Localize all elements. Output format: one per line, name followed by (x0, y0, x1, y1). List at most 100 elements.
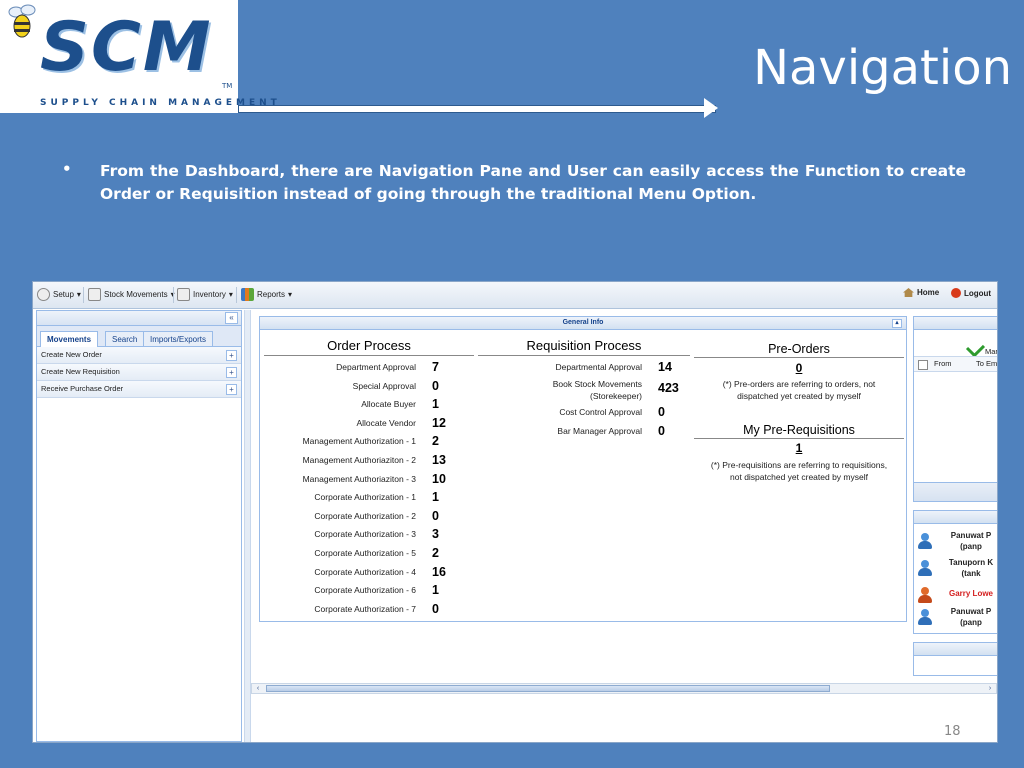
reports-menu[interactable]: Reports ▾ (241, 288, 292, 301)
row-value[interactable]: 1 (432, 397, 439, 412)
row-label: Special Approval (352, 380, 416, 391)
reports-label: Reports (257, 290, 286, 299)
column-to[interactable]: To Em (976, 357, 997, 371)
pre-requisitions-note-line2: not dispatched yet created by myself (730, 472, 868, 482)
pre-requisitions-title: My Pre-Requisitions (743, 423, 855, 437)
row-value[interactable]: 2 (432, 434, 439, 449)
pre-requisitions-note-line1: (*) Pre-requisitions are referring to re… (710, 460, 888, 470)
row-value[interactable]: 0 (432, 602, 439, 617)
row-label: Bar Manager Approval (557, 426, 642, 436)
user-name[interactable]: Tanuporn K (936, 557, 997, 568)
logo-trademark: TM (222, 82, 233, 90)
tab-movements[interactable]: Movements (40, 331, 99, 347)
nav-item-create-new-order[interactable]: Create New Order + (37, 347, 241, 364)
toolbar-separator (236, 287, 237, 303)
row-value[interactable]: 0 (432, 379, 439, 394)
general-info-header: General Info ▴ (260, 317, 906, 330)
divider (478, 355, 690, 356)
row-value[interactable]: 0 (658, 424, 665, 439)
divider (694, 438, 904, 439)
messages-panel: Mar From To Em (913, 316, 998, 502)
tab-search[interactable]: Search (105, 331, 145, 346)
inventory-menu[interactable]: Inventory ▾ (177, 288, 233, 301)
pre-orders-count-link[interactable]: 0 (694, 361, 904, 375)
divider (264, 355, 474, 356)
user-name[interactable]: Panuwat P (936, 530, 997, 541)
pre-orders-note-line1: (*) Pre-orders are referring to orders, … (722, 379, 876, 389)
collapse-panel-button[interactable]: ▴ (892, 319, 902, 328)
collapse-pane-button[interactable]: « (225, 312, 238, 324)
tab-imports-exports[interactable]: Imports/Exports (143, 331, 214, 346)
user-icon (918, 560, 932, 576)
row-value[interactable]: 7 (432, 360, 439, 375)
row-value[interactable]: 14 (658, 360, 672, 375)
checklist-icon (177, 288, 190, 301)
scroll-left-icon[interactable]: ‹ (253, 684, 263, 693)
scrollbar-thumb[interactable] (266, 685, 830, 692)
row-value[interactable]: 0 (432, 509, 439, 524)
row-value[interactable]: 0 (658, 405, 665, 420)
document-icon (88, 288, 101, 301)
row-label: Corporate Authorization - 7 (314, 603, 416, 614)
navigation-pane: « Movements Search Imports/Exports Creat… (36, 310, 242, 742)
messages-panel-header (914, 317, 997, 330)
row-label: Book Stock Movements (552, 379, 642, 389)
bullet-text: From the Dashboard, there are Navigation… (100, 162, 966, 203)
row-label: Corporate Authorization - 3 (314, 529, 416, 540)
row-label: Departmental Approval (555, 362, 642, 372)
general-info-panel: General Info ▴ Order Process Department … (259, 316, 907, 622)
row-label: Allocate Vendor (356, 417, 416, 428)
row-value[interactable]: 3 (432, 527, 439, 542)
horizontal-scrollbar[interactable]: ‹ › (251, 683, 997, 694)
toolbar: Setup▾ Stock Movements▾ Inventory▾ Repor… (33, 282, 997, 309)
nav-item-label: Create New Order (41, 350, 102, 359)
setup-menu[interactable]: Setup ▾ (37, 288, 81, 301)
scm-logo: SCM TM SUPPLY CHAIN MANAGEMENT (0, 0, 277, 113)
logout-label: Logout (964, 288, 992, 298)
expand-icon[interactable]: + (226, 384, 237, 395)
home-icon (903, 288, 914, 297)
stock-movements-menu[interactable]: Stock Movements▾ (88, 288, 175, 301)
messages-header-row: From To Em (914, 356, 997, 372)
home-label: Home (917, 288, 940, 297)
logout-button[interactable]: Logout (951, 288, 991, 298)
row-label: Corporate Authorization - 2 (314, 510, 416, 521)
row-value[interactable]: 1 (432, 583, 439, 598)
row-value[interactable]: 13 (432, 453, 446, 468)
home-button[interactable]: Home (903, 288, 939, 297)
row-label: Management Authorization - 1 (302, 436, 416, 447)
power-icon (951, 288, 961, 298)
pre-orders-title: Pre-Orders (768, 342, 830, 356)
user-name[interactable]: Garry Lowe (936, 588, 997, 599)
app-window: Setup▾ Stock Movements▾ Inventory▾ Repor… (32, 281, 998, 743)
bottom-right-panel-header (914, 643, 997, 656)
row-value[interactable]: 16 (432, 565, 446, 580)
bee-icon (8, 4, 36, 38)
row-label: Corporate Authorization - 1 (314, 492, 416, 503)
chevron-down-icon: ▾ (76, 290, 81, 299)
navigation-pane-header: « (37, 311, 241, 326)
slide-title: Navigation (753, 40, 1012, 96)
nav-item-receive-purchase-order[interactable]: Receive Purchase Order + (37, 381, 241, 398)
users-panel: Panuwat P (panp Tanuporn K (tank Garry L… (913, 510, 997, 634)
user-name[interactable]: Panuwat P (936, 606, 997, 617)
nav-item-create-new-requisition[interactable]: Create New Requisition + (37, 364, 241, 381)
row-value[interactable]: 2 (432, 546, 439, 561)
select-all-checkbox[interactable] (918, 360, 928, 370)
row-label: Allocate Buyer (361, 399, 416, 410)
check-icon (965, 338, 986, 358)
row-value[interactable]: 423 (658, 381, 679, 396)
column-from[interactable]: From (934, 357, 952, 371)
mark-label: Mar (985, 347, 998, 356)
pane-splitter[interactable] (244, 310, 251, 742)
nav-item-label: Create New Requisition (41, 367, 120, 376)
mark-button[interactable]: Mar (914, 338, 998, 358)
row-value[interactable]: 12 (432, 416, 446, 431)
row-value[interactable]: 10 (432, 472, 446, 487)
row-value[interactable]: 1 (432, 490, 439, 505)
pre-requisitions-count-link[interactable]: 1 (694, 441, 904, 455)
expand-icon[interactable]: + (226, 350, 237, 361)
chevron-down-icon: ▾ (228, 290, 233, 299)
expand-icon[interactable]: + (226, 367, 237, 378)
scroll-right-icon[interactable]: › (985, 684, 995, 693)
